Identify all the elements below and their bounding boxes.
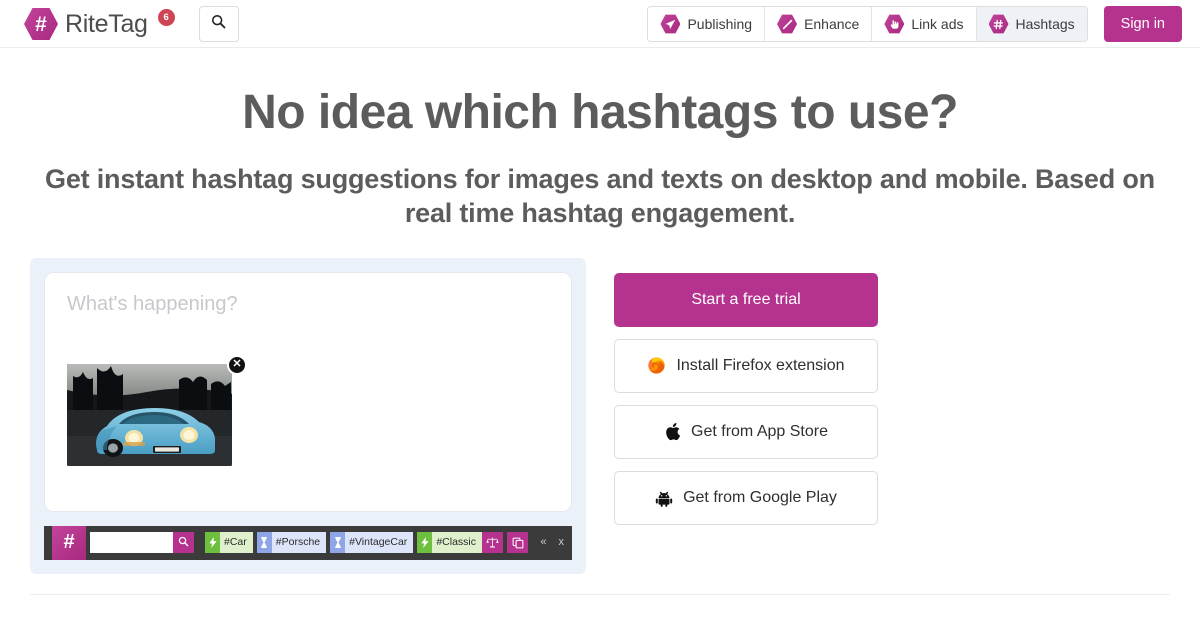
cta-label: Get from App Store	[691, 422, 828, 440]
hashtag-suggestions: #Car #Porsche #VintageCar #Classic	[205, 532, 482, 554]
nav-item-link-ads[interactable]: Link ads	[872, 7, 977, 41]
get-from-app-store-button[interactable]: Get from App Store	[614, 404, 878, 459]
compose-box[interactable]: What's happening? ✕	[44, 271, 572, 512]
hashtag-chip-label: #Classic	[432, 532, 482, 554]
nav-item-hashtags[interactable]: Hashtags	[976, 7, 1087, 41]
nav-item-enhance[interactable]: Enhance	[765, 7, 873, 41]
lightning-bolt-icon	[205, 532, 220, 554]
nav-item-label: Hashtags	[1015, 16, 1075, 32]
hashtag-search	[90, 532, 194, 554]
hero-section: No idea which hashtags to use? Get insta…	[0, 48, 1200, 230]
cta-column: Start a free trial Install Firefox exten…	[614, 258, 878, 525]
android-icon	[655, 489, 673, 507]
notification-badge[interactable]: 6	[157, 8, 175, 26]
hourglass-icon	[330, 532, 346, 554]
get-from-google-play-button[interactable]: Get from Google Play	[614, 470, 878, 525]
brand-name: RiteTag	[65, 9, 148, 38]
header-search-button[interactable]	[198, 6, 239, 42]
hashtag-search-input[interactable]	[90, 532, 173, 554]
brand-logo[interactable]: # RiteTag 6	[24, 7, 175, 41]
sign-in-button[interactable]: Sign in	[1103, 6, 1182, 42]
hourglass-icon	[256, 532, 272, 554]
hashtag-hexagon-icon: #	[52, 525, 86, 560]
hashtag-chip[interactable]: #Classic	[417, 532, 482, 554]
apple-icon	[664, 422, 681, 441]
hashtag-chip-label: #VintageCar	[345, 532, 414, 554]
nav-item-label: Enhance	[804, 16, 860, 32]
hashtag-hexagon-icon: #	[24, 8, 58, 40]
page-subtitle: Get instant hashtag suggestions for imag…	[45, 163, 1155, 228]
magic-wand-icon	[777, 14, 798, 34]
install-firefox-extension-button[interactable]: Install Firefox extension	[614, 338, 878, 393]
main-content: What's happening? ✕ # #Car #Porsche #Vin…	[0, 230, 1200, 574]
hashtag-chip[interactable]: #VintageCar	[330, 532, 414, 554]
start-free-trial-button[interactable]: Start a free trial	[614, 272, 878, 327]
collapse-toolbar-button[interactable]: «	[540, 537, 546, 548]
attached-image-wrapper: ✕	[67, 354, 247, 466]
pointing-hand-icon	[884, 14, 905, 34]
attached-image[interactable]	[67, 363, 232, 466]
page-title: No idea which hashtags to use?	[242, 86, 958, 139]
search-icon	[211, 14, 226, 34]
hashtag-toolbar: # #Car #Porsche #VintageCar #Classic « x	[44, 525, 572, 560]
nav-item-label: Publishing	[687, 16, 753, 32]
hashtag-icon	[988, 14, 1009, 34]
compose-placeholder: What's happening?	[67, 292, 238, 315]
hashtag-toolbar-actions: « x	[482, 532, 565, 554]
demo-panel: What's happening? ✕ # #Car #Porsche #Vin…	[30, 257, 586, 574]
cta-label: Get from Google Play	[683, 488, 837, 506]
nav-item-publishing[interactable]: Publishing	[648, 7, 766, 41]
firefox-icon	[647, 356, 666, 375]
close-toolbar-button[interactable]: x	[559, 537, 565, 548]
hashtag-search-button[interactable]	[173, 532, 194, 554]
nav-item-label: Link ads	[911, 16, 964, 32]
copy-duplicate-icon[interactable]	[507, 532, 529, 554]
paper-plane-icon	[660, 14, 681, 34]
hashtag-chip[interactable]: #Car	[205, 532, 253, 554]
cta-label: Install Firefox extension	[676, 356, 845, 374]
hashtag-chip[interactable]: #Porsche	[256, 532, 327, 554]
search-icon	[178, 535, 189, 550]
scales-balance-icon[interactable]	[482, 532, 504, 554]
close-icon[interactable]: ✕	[227, 354, 247, 375]
footer-divider	[30, 594, 1170, 595]
hashtag-chip-label: #Car	[220, 532, 253, 554]
lightning-bolt-icon	[417, 532, 433, 554]
main-nav: Publishing Enhance Link ads Hashtags	[647, 6, 1088, 42]
hashtag-chip-label: #Porsche	[271, 532, 327, 554]
site-header: # RiteTag 6 Publishing Enhance Link ads …	[0, 0, 1200, 48]
